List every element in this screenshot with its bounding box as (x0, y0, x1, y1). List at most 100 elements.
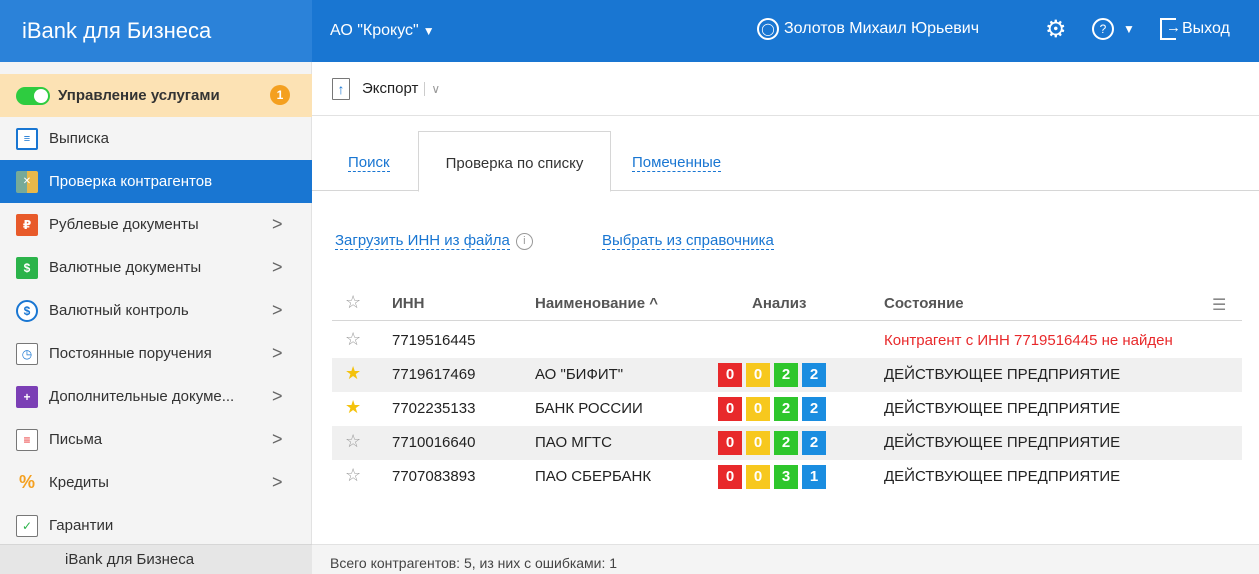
analysis-blue-pill[interactable]: 2 (802, 397, 826, 421)
star-header-icon[interactable]: ☆ (345, 292, 361, 313)
analysis-blue-pill[interactable]: 1 (802, 465, 826, 489)
cell-state: ДЕЙСТВУЮЩЕЕ ПРЕДПРИЯТИЕ (884, 468, 1121, 485)
tab-label: Помеченные (632, 154, 722, 172)
table-row[interactable]: ☆ 7707083893 ПАО СБЕРБАНК 0 0 3 1 ДЕЙСТВ… (332, 460, 1242, 494)
sidebar-item-currency-control[interactable]: $ Валютный контроль > (0, 289, 312, 332)
sidebar-item-label: Письма (49, 431, 103, 448)
cell-inn: 7702235133 (392, 400, 476, 417)
analysis-red-pill[interactable]: 0 (718, 397, 742, 421)
sidebar-item-services[interactable]: Управление услугами 1 (0, 74, 312, 117)
notification-badge: 1 (270, 85, 290, 105)
column-settings-icon[interactable]: ☰ (1212, 295, 1226, 315)
analysis-green-pill[interactable]: 2 (774, 397, 798, 421)
chevron-down-icon[interactable]: ∨ (424, 81, 440, 96)
plus-document-icon: + (16, 385, 38, 408)
gear-icon[interactable]: ⚙ (1045, 16, 1067, 44)
table-row[interactable]: ★ 7719617469 АО "БИФИТ" 0 0 2 2 ДЕЙСТВУЮ… (332, 358, 1242, 392)
star-icon[interactable]: ★ (345, 363, 361, 384)
user-icon: ◯ (757, 18, 779, 40)
sidebar-item-statement[interactable]: ≡ Выписка (0, 117, 312, 160)
table-row[interactable]: ☆ 7719516445 Контрагент с ИНН 7719516445… (332, 324, 1242, 358)
analysis-indicators[interactable]: 0 0 2 2 (718, 431, 826, 455)
status-footer: Всего контрагентов: 5, из них с ошибками… (312, 544, 1259, 574)
star-icon[interactable]: ☆ (345, 329, 361, 350)
analysis-blue-pill[interactable]: 2 (802, 363, 826, 387)
star-icon[interactable]: ☆ (345, 465, 361, 486)
cell-name: АО "БИФИТ" (535, 366, 624, 383)
table-row[interactable]: ★ 7702235133 БАНК РОССИИ 0 0 2 2 ДЕЙСТВУ… (332, 392, 1242, 426)
sidebar-item-letters[interactable]: ≡ Письма > (0, 418, 312, 461)
export-icon[interactable]: ↑ (332, 77, 350, 100)
column-header-analysis[interactable]: Анализ (752, 295, 806, 312)
sidebar-item-label: Валютные документы (49, 259, 202, 276)
column-header-inn[interactable]: ИНН (392, 295, 424, 312)
analysis-red-pill[interactable]: 0 (718, 363, 742, 387)
chevron-right-icon: > (272, 343, 283, 363)
chevron-right-icon: > (272, 300, 283, 320)
analysis-indicators[interactable]: 0 0 2 2 (718, 363, 826, 387)
choose-directory-link[interactable]: Выбрать из справочника (602, 232, 774, 250)
analysis-yellow-pill[interactable]: 0 (746, 431, 770, 455)
sidebar: Управление услугами 1 ≡ Выписка ✕ Провер… (0, 62, 312, 574)
star-icon[interactable]: ★ (345, 397, 361, 418)
tab-marked[interactable]: Помеченные (632, 131, 722, 191)
sidebar-item-label: Гарантии (49, 517, 114, 534)
ruble-icon: ₽ (16, 213, 38, 236)
cell-inn: 7719516445 (392, 332, 476, 349)
dollar-icon: $ (16, 256, 38, 279)
tab-label: Проверка по списку (445, 155, 584, 172)
sidebar-item-guarantees[interactable]: ✓ Гарантии (0, 504, 312, 547)
help-icon: ? (1092, 18, 1114, 40)
sidebar-item-additional-docs[interactable]: + Дополнительные докуме... > (0, 375, 312, 418)
analysis-green-pill[interactable]: 2 (774, 363, 798, 387)
sidebar-item-label: Выписка (49, 130, 110, 147)
sidebar-item-currency-docs[interactable]: $ Валютные документы > (0, 246, 312, 289)
sidebar-item-label: Рублевые документы (49, 216, 199, 233)
analysis-red-pill[interactable]: 0 (718, 465, 742, 489)
analysis-red-pill[interactable]: 0 (718, 431, 742, 455)
analysis-indicators[interactable]: 0 0 2 2 (718, 397, 826, 421)
org-selector[interactable]: АО "Крокус" ▼ (330, 0, 435, 62)
tab-label: Поиск (348, 154, 390, 172)
sidebar-item-label: Постоянные поручения (49, 345, 212, 362)
cell-inn: 7719617469 (392, 366, 476, 383)
chevron-right-icon: > (272, 386, 283, 406)
analysis-yellow-pill[interactable]: 0 (746, 465, 770, 489)
org-name: АО "Крокус" (330, 22, 419, 39)
analysis-yellow-pill[interactable]: 0 (746, 363, 770, 387)
sidebar-item-credits[interactable]: % Кредиты > (0, 461, 312, 504)
logout-icon (1160, 18, 1181, 40)
analysis-green-pill[interactable]: 3 (774, 465, 798, 489)
analysis-indicators[interactable]: 0 0 3 1 (718, 465, 826, 489)
table-row[interactable]: ☆ 7710016640 ПАО МГТС 0 0 2 2 ДЕЙСТВУЮЩЕ… (332, 426, 1242, 460)
analysis-green-pill[interactable]: 2 (774, 431, 798, 455)
sidebar-item-counterparties[interactable]: ✕ Проверка контрагентов (0, 160, 312, 203)
tab-search[interactable]: Поиск (348, 131, 390, 191)
column-header-state[interactable]: Состояние (884, 295, 964, 312)
star-icon[interactable]: ☆ (345, 431, 361, 452)
brand-logo[interactable]: iBank для Бизнеса (0, 0, 312, 62)
toggle-icon[interactable] (16, 86, 50, 105)
sidebar-item-label: Дополнительные докуме... (49, 388, 235, 405)
logout-label: Выход (1182, 20, 1230, 37)
analysis-blue-pill[interactable]: 2 (802, 431, 826, 455)
help-menu[interactable]: ? ▼ (1092, 18, 1135, 40)
sidebar-item-standing-orders[interactable]: ◷ Постоянные поручения > (0, 332, 312, 375)
sidebar-item-label: Управление услугами (58, 87, 220, 104)
guarantee-icon: ✓ (16, 514, 38, 537)
analysis-yellow-pill[interactable]: 0 (746, 397, 770, 421)
info-icon[interactable]: i (515, 233, 533, 250)
cell-state: ДЕЙСТВУЮЩЕЕ ПРЕДПРИЯТИЕ (884, 434, 1121, 451)
sidebar-item-ruble-docs[interactable]: ₽ Рублевые документы > (0, 203, 312, 246)
column-header-name[interactable]: Наименование ^ (535, 295, 658, 312)
logout-button[interactable]: Выход (1160, 18, 1230, 40)
chevron-right-icon: > (272, 257, 283, 277)
chevron-down-icon: ▼ (422, 24, 435, 38)
user-menu[interactable]: ◯ Золотов Михаил Юрьевич (757, 18, 979, 40)
chevron-right-icon: > (272, 214, 283, 234)
export-button[interactable]: Экспорт (362, 80, 418, 97)
choose-directory-action: Выбрать из справочника (602, 232, 774, 250)
load-inn-link[interactable]: Загрузить ИНН из файла (335, 232, 510, 250)
cell-inn: 7707083893 (392, 468, 476, 485)
tab-list-check[interactable]: Проверка по списку (418, 131, 611, 192)
